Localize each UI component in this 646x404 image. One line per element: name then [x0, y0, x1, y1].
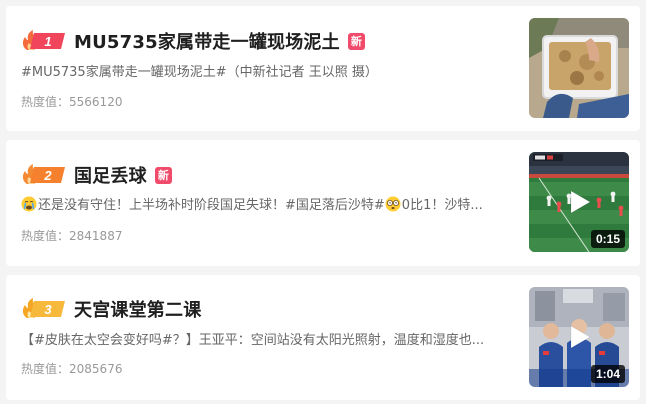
new-badge: 新	[347, 32, 365, 50]
video-duration: 1:04	[590, 365, 625, 383]
hot-item-1[interactable]: 1 MU5735家属带走一罐现场泥土 新 #MU5735家属带走一罐现场泥土#（…	[6, 6, 640, 131]
rank-number: 1	[44, 34, 51, 49]
item-title[interactable]: MU5735家属带走一罐现场泥土	[74, 28, 340, 54]
title-row: MU5735家属带走一罐现场泥土 新	[74, 28, 510, 54]
video-duration: 0:15	[590, 230, 625, 248]
crying-face-icon	[21, 196, 37, 212]
video-thumbnail[interactable]: 1:04	[529, 287, 629, 387]
item-title[interactable]: 天宫课堂第二课	[74, 296, 201, 322]
item-summary[interactable]: #MU5735家属带走一罐现场泥土#（中新社记者 王以照 摄）	[21, 63, 516, 83]
item-thumbnail[interactable]	[529, 18, 629, 118]
rank-number: 3	[44, 302, 52, 317]
heat-value: 热度值：5566120	[21, 95, 123, 109]
dizzy-glasses-face-icon	[385, 196, 401, 212]
rank-number: 2	[43, 168, 52, 183]
title-row: 天宫课堂第二课	[74, 296, 510, 322]
title-row: 国足丢球 新	[74, 162, 510, 188]
heat-value: 热度值：2841887	[21, 229, 123, 243]
item-summary[interactable]: 【#皮肤在太空会变好吗#？】王亚平：空间站没有太阳光照射，温度和湿度也...	[21, 331, 516, 351]
rank-1-flame-badge: 1	[21, 29, 67, 51]
heat-value: 热度值：2085676	[21, 362, 123, 376]
hot-item-2[interactable]: 2 国足丢球 新 还是没有守住！上半场补时阶段国足失球！#国足落后沙特# 0比1…	[6, 140, 640, 266]
hot-item-3[interactable]: 3 天宫课堂第二课 【#皮肤在太空会变好吗#？】王亚平：空间站没有太阳光照射，温…	[6, 275, 640, 400]
video-thumbnail[interactable]: 0:15	[529, 152, 629, 252]
play-icon[interactable]	[566, 189, 592, 215]
rank-3-flame-badge: 3	[21, 297, 67, 319]
item-summary[interactable]: 还是没有守住！上半场补时阶段国足失球！#国足落后沙特# 0比1！沙特...	[21, 196, 516, 216]
new-badge: 新	[154, 166, 172, 184]
play-icon[interactable]	[566, 324, 592, 350]
rank-2-flame-badge: 2	[21, 163, 67, 185]
item-title[interactable]: 国足丢球	[74, 162, 147, 188]
